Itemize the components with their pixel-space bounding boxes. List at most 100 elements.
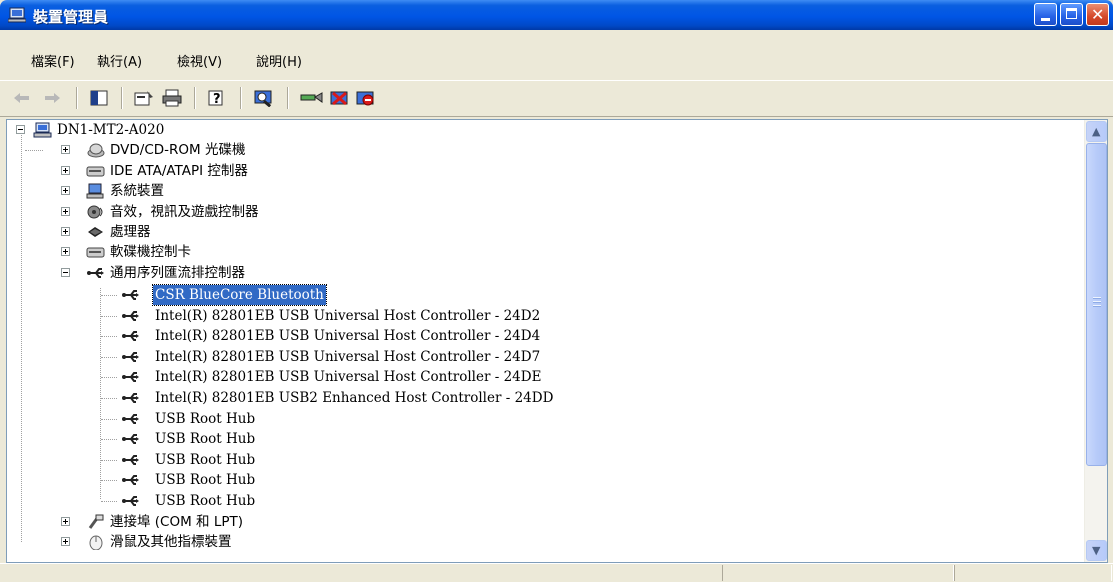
usb-icon	[122, 352, 139, 362]
title-bar[interactable]: 裝置管理員 ✕	[0, 0, 1113, 30]
ide-controller-icon	[86, 166, 105, 177]
toolbar-separator	[76, 87, 78, 109]
usb-icon	[122, 311, 139, 321]
tree-item[interactable]: Intel(R) 82801EB USB2 Enhanced Host Cont…	[11, 388, 711, 408]
tree-line	[101, 377, 117, 379]
usb-icon	[122, 496, 139, 506]
collapse-expander[interactable]	[61, 268, 70, 277]
grip-line	[1093, 297, 1101, 299]
tree-category[interactable]: 音效，視訊及遊戲控制器	[11, 202, 411, 222]
tree-item[interactable]: Intel(R) 82801EB USB Universal Host Cont…	[11, 326, 711, 346]
scroll-up-button[interactable]: ▲	[1086, 121, 1107, 142]
forward-icon[interactable]	[42, 89, 62, 107]
scroll-down-button[interactable]: ▼	[1086, 540, 1107, 561]
expand-expander[interactable]	[61, 166, 70, 175]
menu-file[interactable]: 檔案(F)	[31, 51, 75, 70]
expand-expander[interactable]	[61, 247, 70, 256]
computer-icon	[8, 7, 26, 23]
tree-item-selected[interactable]: CSR BlueCore Bluetooth	[11, 284, 711, 306]
show-hide-tree-icon[interactable]	[89, 89, 109, 107]
device-label: Intel(R) 82801EB USB Universal Host Cont…	[155, 349, 541, 365]
expand-expander[interactable]	[61, 227, 70, 236]
device-manager-window: 裝置管理員 ✕ 檔案(F) 執行(A) 檢視(V) 說明(H) ? DN1-MT…	[0, 0, 1113, 582]
minimize-button[interactable]	[1034, 3, 1057, 26]
device-tree[interactable]: DN1-MT2-A020 DVD/CD-ROM 光碟機 IDE ATA/ATAP…	[6, 119, 1108, 563]
grip-line	[1093, 305, 1101, 307]
tree-line	[101, 336, 117, 338]
tree-item[interactable]: Intel(R) 82801EB USB Universal Host Cont…	[11, 347, 711, 367]
chevron-down-icon: ▼	[1092, 544, 1101, 557]
print-icon[interactable]	[161, 89, 183, 107]
disable-icon[interactable]	[355, 89, 377, 107]
tree-line	[101, 460, 117, 462]
tree-item[interactable]: Intel(R) 82801EB USB Universal Host Cont…	[11, 306, 711, 326]
scan-hardware-icon[interactable]	[253, 89, 275, 107]
port-icon	[88, 514, 104, 529]
tree-item[interactable]: USB Root Hub	[11, 409, 711, 429]
tree-line	[101, 439, 117, 441]
vertical-scrollbar[interactable]: ▲ ▼	[1084, 120, 1107, 562]
back-icon[interactable]	[12, 89, 32, 107]
tree-category[interactable]: 處理器	[11, 222, 411, 242]
expand-expander[interactable]	[61, 145, 70, 154]
help-icon[interactable]: ?	[206, 89, 228, 107]
category-label: 滑鼠及其他指標裝置	[110, 534, 232, 550]
tree-item[interactable]: USB Root Hub	[11, 470, 711, 490]
tree-root[interactable]: DN1-MT2-A020	[11, 120, 311, 140]
usb-icon	[122, 475, 139, 485]
processor-icon	[88, 227, 103, 237]
collapse-expander[interactable]	[16, 125, 25, 134]
status-bar	[0, 563, 1113, 582]
usb-icon	[122, 290, 139, 300]
tree-item[interactable]: USB Root Hub	[11, 491, 711, 511]
tree-line	[101, 501, 117, 503]
toolbar: ?	[0, 80, 1113, 117]
category-label: 連接埠 (COM 和 LPT)	[110, 514, 244, 530]
tree-item[interactable]: Intel(R) 82801EB USB Universal Host Cont…	[11, 367, 711, 387]
tree-category[interactable]: 通用序列匯流排控制器	[11, 263, 411, 283]
device-label: Intel(R) 82801EB USB Universal Host Cont…	[155, 369, 542, 385]
expand-expander[interactable]	[61, 517, 70, 526]
properties-icon[interactable]	[133, 89, 155, 107]
tree-category[interactable]: 軟碟機控制卡	[11, 242, 411, 262]
expand-expander[interactable]	[61, 207, 70, 216]
sound-icon	[87, 205, 103, 219]
menu-action[interactable]: 執行(A)	[97, 51, 142, 70]
category-label: 音效，視訊及遊戲控制器	[110, 204, 259, 220]
uninstall-icon[interactable]	[329, 89, 351, 107]
expand-expander[interactable]	[61, 186, 70, 195]
usb-icon	[122, 372, 139, 382]
tree-line	[101, 419, 117, 421]
maximize-button[interactable]	[1060, 3, 1083, 26]
tree-category[interactable]: 系統裝置	[11, 181, 411, 201]
category-label: 處理器	[110, 224, 151, 240]
tree-category[interactable]: IDE ATA/ATAPI 控制器	[11, 161, 411, 181]
update-driver-icon[interactable]	[298, 89, 324, 107]
close-button[interactable]: ✕	[1086, 3, 1109, 26]
category-label: DVD/CD-ROM 光碟機	[110, 142, 246, 158]
tree-line	[101, 295, 117, 297]
menu-help[interactable]: 說明(H)	[256, 51, 302, 70]
close-icon: ✕	[1091, 5, 1105, 24]
toolbar-separator	[121, 87, 123, 109]
menu-view[interactable]: 檢視(V)	[177, 51, 222, 70]
tree-line	[101, 480, 117, 482]
expand-expander[interactable]	[61, 537, 70, 546]
usb-icon	[122, 414, 139, 424]
tree-category[interactable]: 滑鼠及其他指標裝置	[11, 532, 411, 552]
scroll-thumb[interactable]	[1086, 143, 1107, 466]
usb-icon	[122, 455, 139, 465]
mouse-icon	[89, 535, 103, 550]
minimize-icon	[1041, 18, 1050, 21]
tree-category[interactable]: DVD/CD-ROM 光碟機	[11, 140, 411, 160]
usb-icon	[122, 434, 139, 444]
tree-item[interactable]: USB Root Hub	[11, 429, 711, 449]
grip-line	[1093, 301, 1101, 303]
usb-icon	[87, 268, 104, 278]
status-panel	[722, 565, 954, 581]
computer-icon	[33, 122, 52, 138]
category-label: 通用序列匯流排控制器	[110, 265, 245, 281]
tree-category[interactable]: 連接埠 (COM 和 LPT)	[11, 512, 411, 532]
tree-item[interactable]: USB Root Hub	[11, 450, 711, 470]
category-label: IDE ATA/ATAPI 控制器	[110, 163, 248, 179]
